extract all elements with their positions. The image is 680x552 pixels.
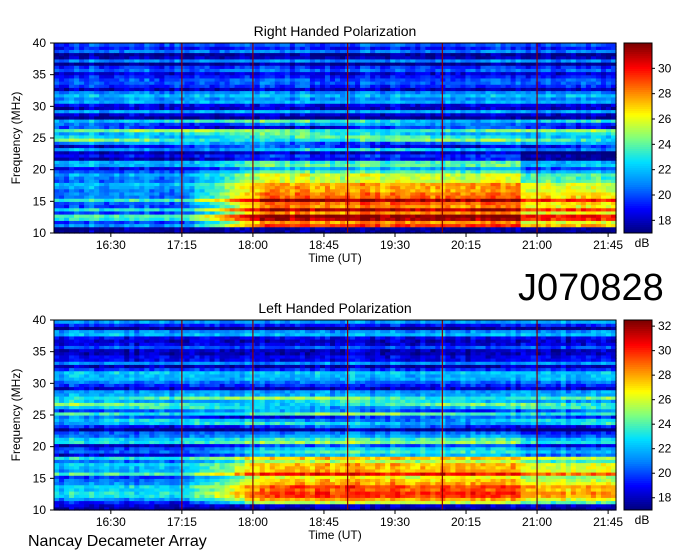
colorbar-label: dB: [635, 236, 650, 250]
colorbar-tick-label: 20: [658, 188, 672, 202]
y-tick-label: 30: [33, 376, 47, 390]
y-tick-label: 10: [33, 226, 47, 240]
y-tick-label: 25: [33, 131, 47, 145]
y-tick-label: 20: [33, 440, 47, 454]
y-tick-label: 15: [33, 471, 47, 485]
x-tick-label: 18:00: [238, 238, 268, 252]
chart-title: Right Handed Polarization: [254, 23, 417, 39]
colorbar-tick-label: 26: [658, 112, 672, 126]
y-tick-label: 15: [33, 194, 47, 208]
spectrogram-image: [54, 320, 617, 511]
y-tick-label: 40: [33, 313, 47, 327]
x-tick-label: 18:00: [238, 515, 268, 529]
colorbar-label: dB: [635, 513, 650, 527]
instrument-name: Nancay Decameter Array: [28, 533, 207, 550]
observation-id: J070828: [518, 267, 664, 309]
spectrogram-image: [54, 43, 617, 234]
x-tick-label: 21:00: [522, 238, 552, 252]
colorbar-tick-label: 24: [658, 417, 672, 431]
y-tick-label: 30: [33, 99, 47, 113]
colorbar-tick-label: 18: [658, 491, 672, 505]
colorbar-tick-label: 32: [658, 319, 672, 333]
panel-left-polarization: Left Handed Polarization 16:30 17:15 18:00 1…: [9, 300, 672, 542]
colorbar-tick-label: 30: [658, 344, 672, 358]
y-axis-label: Frequency (MHz): [9, 369, 23, 462]
x-tick-label: 19:30: [380, 238, 410, 252]
colorbar-tick-label: 22: [658, 442, 672, 456]
x-tick-label: 20:15: [451, 515, 481, 529]
x-tick-label: 16:30: [96, 515, 126, 529]
colorbar: 18 20 22 24 26 28 30 32 dB: [623, 319, 672, 527]
x-axis-label: Time (UT): [308, 528, 362, 542]
colorbar-tick-label: 24: [658, 137, 672, 151]
chart-title: Left Handed Polarization: [258, 300, 411, 316]
x-tick-label: 21:00: [522, 515, 552, 529]
panel-right-polarization: Right Handed Polarization 16:30 17:15 18:00…: [9, 23, 672, 265]
x-tick-label: 16:30: [96, 238, 126, 252]
y-tick-label: 20: [33, 163, 47, 177]
y-tick-label: 35: [33, 345, 47, 359]
x-tick-label: 19:30: [380, 515, 410, 529]
x-axis-label: Time (UT): [308, 251, 362, 265]
x-tick-label: 20:15: [451, 238, 481, 252]
colorbar-tick-label: 18: [658, 213, 672, 227]
colorbar-tick-label: 28: [658, 368, 672, 382]
x-tick-label: 18:45: [309, 238, 339, 252]
y-tick-label: 25: [33, 408, 47, 422]
colorbar-tick-label: 20: [658, 466, 672, 480]
y-tick-label: 10: [33, 503, 47, 517]
x-tick-label: 17:15: [167, 515, 197, 529]
y-tick-label: 35: [33, 68, 47, 82]
y-tick-label: 40: [33, 36, 47, 50]
x-tick-label: 18:45: [309, 515, 339, 529]
colorbar-tick-label: 30: [658, 61, 672, 75]
colorbar-tick-label: 22: [658, 163, 672, 177]
colorbar: 18 20 22 24 26 28 30 dB: [623, 42, 672, 250]
x-tick-label: 17:15: [167, 238, 197, 252]
y-axis-label: Frequency (MHz): [9, 92, 23, 185]
x-tick-label: 21:45: [593, 238, 623, 252]
colorbar-tick-label: 28: [658, 87, 672, 101]
spectrogram-figure: J070828 Nancay Decameter Array Right Han…: [9, 23, 672, 550]
x-tick-label: 21:45: [593, 515, 623, 529]
colorbar-tick-label: 26: [658, 393, 672, 407]
